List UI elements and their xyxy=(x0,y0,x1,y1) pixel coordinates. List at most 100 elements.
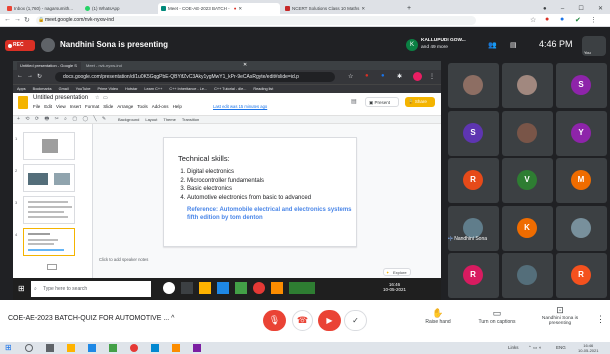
extension2-icon[interactable]: ● xyxy=(560,16,564,23)
edge-taskbar-icon[interactable] xyxy=(151,344,159,352)
app-icon[interactable] xyxy=(271,282,283,294)
bookmark-item[interactable]: Prime Video xyxy=(98,85,119,93)
app-taskbar-icon[interactable] xyxy=(172,344,180,352)
participant-tile[interactable]: V xyxy=(502,158,553,203)
inner-profile-icon[interactable] xyxy=(413,72,422,81)
explore-button[interactable]: ✦ Explore xyxy=(383,268,411,276)
participant-tile[interactable] xyxy=(448,205,499,251)
tab-whatsapp[interactable]: (1) WhatsApp xyxy=(82,3,156,14)
cortana-icon[interactable] xyxy=(163,282,175,294)
participant-tile[interactable] xyxy=(502,110,553,156)
mail-taskbar-icon[interactable] xyxy=(88,344,96,352)
inner-back-icon[interactable]: ← xyxy=(17,73,23,79)
inner-puzzle-icon[interactable]: ✱ xyxy=(397,73,402,80)
present-now-button[interactable]: ✓ xyxy=(344,310,367,331)
self-view[interactable]: You xyxy=(582,36,606,56)
forward-icon[interactable]: → xyxy=(14,16,21,23)
menu-help[interactable]: Help xyxy=(173,104,182,109)
inner-reload-icon[interactable]: ↻ xyxy=(37,73,42,80)
slide-thumb-4-selected[interactable] xyxy=(23,228,75,256)
inner-extension2-icon[interactable]: ● xyxy=(381,73,385,79)
language-indicator[interactable]: ENG xyxy=(556,345,566,350)
check-icon[interactable]: ✔ xyxy=(575,16,581,24)
chat-icon[interactable]: ▤ xyxy=(510,41,517,49)
tab-meet[interactable]: Meet - COE-AE-2023 BATCH - ● ✕ xyxy=(158,3,280,14)
back-icon[interactable]: ← xyxy=(4,16,11,23)
menu-insert[interactable]: Insert xyxy=(70,104,81,109)
taskbar-search[interactable]: ⌕ Type here to search xyxy=(31,281,151,297)
people-icon[interactable]: 👥 xyxy=(488,41,497,49)
menu-format[interactable]: Format xyxy=(85,104,99,109)
tab-ncert[interactable]: NCERT Solutions Class 10 Maths ✕ xyxy=(282,3,402,14)
slide-thumb-2[interactable] xyxy=(23,164,75,192)
menu-icon[interactable]: ⋮ xyxy=(590,16,597,24)
camera-button[interactable]: ▶ xyxy=(318,310,341,331)
star-icon[interactable]: ☆ xyxy=(530,16,536,24)
new-tab-button[interactable]: + xyxy=(404,3,414,14)
bookmark-item[interactable]: Reading list xyxy=(253,85,273,93)
toolbar-layout[interactable]: Layout xyxy=(145,117,157,122)
menu-slide[interactable]: Slide xyxy=(103,104,113,109)
participant-tile[interactable]: R xyxy=(448,158,499,203)
star-doc-icon[interactable]: ☆ xyxy=(95,95,99,101)
raise-hand-button[interactable]: ✋ Raise hand xyxy=(418,308,458,325)
present-button[interactable]: ▣ Present xyxy=(365,97,399,107)
inner-star-icon[interactable]: ☆ xyxy=(348,73,353,80)
inner-extension-icon[interactable]: ● xyxy=(365,73,369,79)
participant-tile[interactable]: K xyxy=(502,205,553,251)
toolbar-transition[interactable]: Transition xyxy=(182,117,199,122)
maximize-icon[interactable]: ☐ xyxy=(578,5,583,12)
close-tab-icon[interactable]: ✕ xyxy=(238,6,242,12)
participant-tile[interactable]: S xyxy=(556,63,607,108)
reload-icon[interactable]: ↻ xyxy=(24,16,30,24)
mic-button[interactable]: 🎙 xyxy=(263,310,286,331)
participant-tile[interactable] xyxy=(448,63,499,108)
comments-icon[interactable]: ▤ xyxy=(351,98,357,105)
mail-icon[interactable] xyxy=(217,282,229,294)
inner-tab-meet[interactable]: Meet - nvk-nyxw-ind xyxy=(83,62,137,70)
move-folder-icon[interactable]: ▭ xyxy=(103,95,108,101)
links-toolbar[interactable]: Links xyxy=(508,345,519,350)
grid-view-icon[interactable] xyxy=(47,264,57,270)
windows-start-icon[interactable]: ⊞ xyxy=(18,284,25,293)
bookmark-item[interactable]: Learn C++ xyxy=(144,85,162,93)
bookmark-item[interactable]: C++ Inheritance - Le... xyxy=(169,85,207,93)
search-taskbar-icon[interactable] xyxy=(25,344,33,352)
participant-tile[interactable]: Y xyxy=(556,110,607,156)
close-tab-icon[interactable]: ✕ xyxy=(361,6,365,12)
profile-dot-icon[interactable]: ● xyxy=(543,6,547,12)
inner-forward-icon[interactable]: → xyxy=(27,73,33,79)
presenting-button[interactable]: ⊡ Nandhini Sona is presenting xyxy=(536,305,584,326)
close-window-icon[interactable]: ✕ xyxy=(598,5,603,12)
app-wide-icon[interactable] xyxy=(289,282,315,294)
menu-addons[interactable]: Add-ons xyxy=(152,104,169,109)
participant-tile[interactable] xyxy=(556,205,607,251)
participant-tile[interactable] xyxy=(502,253,553,298)
participant-tile[interactable]: R xyxy=(448,253,499,298)
bookmark-item[interactable]: C++ Tutorial - dle... xyxy=(214,85,246,93)
slide-thumb-1[interactable] xyxy=(23,132,75,160)
extension-icon[interactable]: ● xyxy=(545,16,549,23)
store-icon[interactable] xyxy=(235,282,247,294)
captions-button[interactable]: ▭ Turn on captions xyxy=(468,308,526,325)
bookmark-item[interactable]: Gmail xyxy=(59,85,69,93)
slides-logo-icon[interactable] xyxy=(18,96,28,109)
bookmark-item[interactable]: Bookmarks xyxy=(33,85,52,93)
speaker-notes[interactable]: Click to add speaker notes xyxy=(93,257,441,263)
toolbar-theme[interactable]: Theme xyxy=(163,117,175,122)
participant-tile[interactable]: S xyxy=(448,110,499,156)
bookmark-item[interactable]: Hotstar xyxy=(125,85,137,93)
participant-tile[interactable]: M xyxy=(556,158,607,203)
leave-call-button[interactable]: ☎ xyxy=(292,310,313,331)
tray-icons[interactable]: ⌃ ▭ ◖ xyxy=(528,345,541,351)
app2-taskbar-icon[interactable] xyxy=(193,344,201,352)
meeting-name[interactable]: COE-AE-2023 BATCH-QUIZ FOR AUTOMOTIVE ..… xyxy=(8,315,174,322)
slide-content[interactable]: Technical skills: Digital electronicsMic… xyxy=(163,137,357,247)
chrome-icon[interactable] xyxy=(253,282,265,294)
store-taskbar-icon[interactable] xyxy=(109,344,117,352)
explorer-icon[interactable] xyxy=(199,282,211,294)
task-view-icon[interactable] xyxy=(181,282,193,294)
bookmark-item[interactable]: Apps xyxy=(17,85,26,93)
inner-close-icon[interactable]: ✕ xyxy=(243,62,247,68)
taskview-icon[interactable] xyxy=(46,344,54,352)
